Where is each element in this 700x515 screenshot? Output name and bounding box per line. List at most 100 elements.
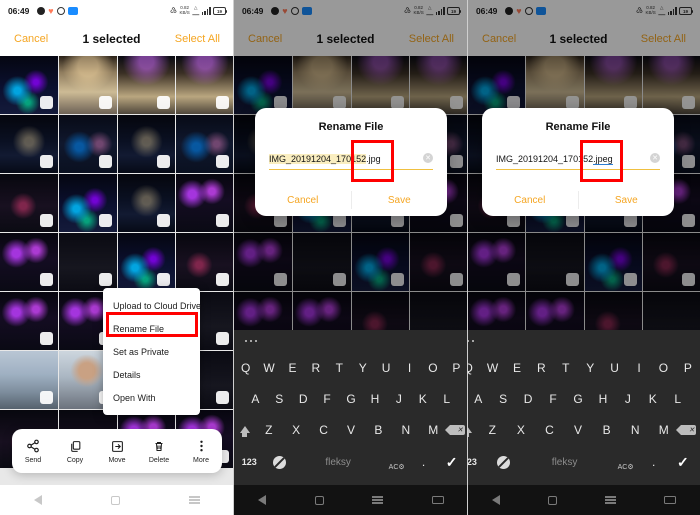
key-s[interactable]: S: [491, 392, 516, 406]
photo-thumbnail[interactable]: [117, 233, 176, 291]
photo-thumbnail[interactable]: [0, 56, 58, 114]
dialog-cancel-button[interactable]: Cancel: [482, 184, 578, 216]
key-k[interactable]: K: [640, 392, 665, 406]
key-a[interactable]: A: [468, 392, 491, 406]
backspace-icon[interactable]: ✕: [676, 424, 700, 435]
android-nav-bar[interactable]: [234, 485, 468, 515]
period-key[interactable]: .: [412, 456, 435, 468]
photo-thumbnail[interactable]: [117, 115, 176, 173]
clear-x-icon[interactable]: ✕: [650, 153, 660, 163]
space-key[interactable]: fleksy: [519, 457, 609, 468]
key-h[interactable]: H: [590, 392, 615, 406]
key-g[interactable]: G: [566, 392, 591, 406]
photo-thumbnail[interactable]: [117, 174, 176, 232]
selection-checkbox[interactable]: [216, 391, 229, 404]
selection-checkbox[interactable]: [157, 155, 171, 168]
android-nav-bar[interactable]: [468, 485, 700, 515]
selection-checkbox[interactable]: [216, 214, 229, 227]
action-move-button[interactable]: Move: [97, 439, 137, 464]
key-v[interactable]: V: [564, 423, 593, 437]
photo-thumbnail[interactable]: [176, 115, 234, 173]
key-s[interactable]: S: [267, 392, 291, 406]
selection-checkbox[interactable]: [216, 332, 229, 345]
key-x[interactable]: X: [507, 423, 536, 437]
checkmark-icon[interactable]: ✓: [666, 454, 700, 471]
dialog-save-button[interactable]: Save: [352, 184, 448, 216]
photo-thumbnail[interactable]: [0, 351, 58, 409]
key-j[interactable]: J: [387, 392, 411, 406]
action-delete-button[interactable]: Delete: [139, 439, 179, 464]
home-icon[interactable]: [548, 495, 557, 505]
selection-checkbox[interactable]: [216, 155, 229, 168]
home-icon[interactable]: [110, 495, 120, 505]
dialog-save-button[interactable]: Save: [579, 184, 675, 216]
key-l[interactable]: L: [435, 392, 459, 406]
key-q[interactable]: Q: [468, 361, 480, 375]
key-y[interactable]: Y: [578, 361, 602, 375]
context-menu-item[interactable]: Details: [103, 363, 200, 386]
key-j[interactable]: J: [615, 392, 640, 406]
key-h[interactable]: H: [363, 392, 387, 406]
autocorrect-icon[interactable]: AC⚙: [610, 454, 642, 471]
selection-checkbox[interactable]: [216, 96, 229, 109]
emoji-off-icon[interactable]: [488, 455, 520, 469]
checkmark-icon[interactable]: ✓: [435, 454, 468, 471]
key-c[interactable]: C: [535, 423, 564, 437]
emoji-off-icon[interactable]: [264, 455, 294, 469]
photo-thumbnail[interactable]: [58, 115, 117, 173]
space-key[interactable]: fleksy: [295, 457, 382, 468]
selection-checkbox[interactable]: [39, 155, 53, 168]
key-v[interactable]: V: [337, 423, 364, 437]
key-q[interactable]: Q: [234, 361, 257, 375]
selection-checkbox[interactable]: [39, 96, 53, 109]
key-u[interactable]: U: [602, 361, 626, 375]
key-z[interactable]: Z: [255, 423, 282, 437]
key-i[interactable]: I: [627, 361, 651, 375]
key-d[interactable]: D: [516, 392, 541, 406]
back-icon[interactable]: [258, 495, 267, 505]
clear-x-icon[interactable]: ✕: [423, 153, 433, 163]
key-w[interactable]: W: [257, 361, 280, 375]
numeric-mode-key[interactable]: 23: [468, 457, 488, 467]
action-send-button[interactable]: Send: [13, 439, 53, 464]
backspace-icon[interactable]: ✕: [445, 424, 468, 435]
keyboard-icon[interactable]: [664, 496, 676, 504]
selection-checkbox[interactable]: [157, 96, 171, 109]
selection-checkbox[interactable]: [39, 273, 53, 286]
selection-checkbox[interactable]: [39, 214, 53, 227]
shift-icon[interactable]: [468, 426, 478, 437]
key-k[interactable]: K: [411, 392, 435, 406]
photo-thumbnail[interactable]: [0, 115, 58, 173]
on-screen-keyboard[interactable]: Q W E R T Y U I O P A S D F G H J K L Z X C V B N M ✕ 23 fleksy AC⚙. ✓: [468, 330, 700, 485]
back-icon[interactable]: [34, 495, 43, 505]
recents-icon[interactable]: [372, 496, 384, 504]
key-a[interactable]: A: [243, 392, 267, 406]
keyboard-icon[interactable]: [431, 496, 444, 504]
selection-checkbox[interactable]: [98, 96, 112, 109]
selection-checkbox[interactable]: [157, 273, 171, 286]
key-m[interactable]: M: [649, 423, 678, 437]
filename-input[interactable]: IMG_20191204_170152.jpeg ✕: [496, 153, 660, 170]
action-copy-button[interactable]: Copy: [55, 439, 95, 464]
photo-thumbnail[interactable]: [176, 233, 234, 291]
key-n[interactable]: N: [621, 423, 650, 437]
key-y[interactable]: Y: [351, 361, 374, 375]
photo-thumbnail[interactable]: [58, 233, 117, 291]
key-o[interactable]: O: [421, 361, 444, 375]
key-u[interactable]: U: [374, 361, 397, 375]
key-m[interactable]: M: [420, 423, 447, 437]
key-l[interactable]: L: [665, 392, 690, 406]
key-c[interactable]: C: [310, 423, 337, 437]
context-menu[interactable]: Upload to Cloud Drive Rename File Set as P…: [103, 288, 201, 415]
on-screen-keyboard[interactable]: Q W E R T Y U I O P A S D F G H J K L Z X C V B N M ✕ 123 fleksy AC⚙.…: [234, 330, 468, 485]
key-d[interactable]: D: [291, 392, 315, 406]
key-w[interactable]: W: [480, 361, 504, 375]
key-e[interactable]: E: [505, 361, 529, 375]
dialog-cancel-button[interactable]: Cancel: [255, 184, 351, 216]
android-nav-bar[interactable]: [0, 485, 234, 515]
recents-icon[interactable]: [605, 496, 616, 504]
home-icon[interactable]: [314, 495, 324, 505]
numeric-mode-key[interactable]: 123: [234, 457, 264, 467]
selection-checkbox[interactable]: [39, 332, 53, 345]
key-g[interactable]: G: [339, 392, 363, 406]
